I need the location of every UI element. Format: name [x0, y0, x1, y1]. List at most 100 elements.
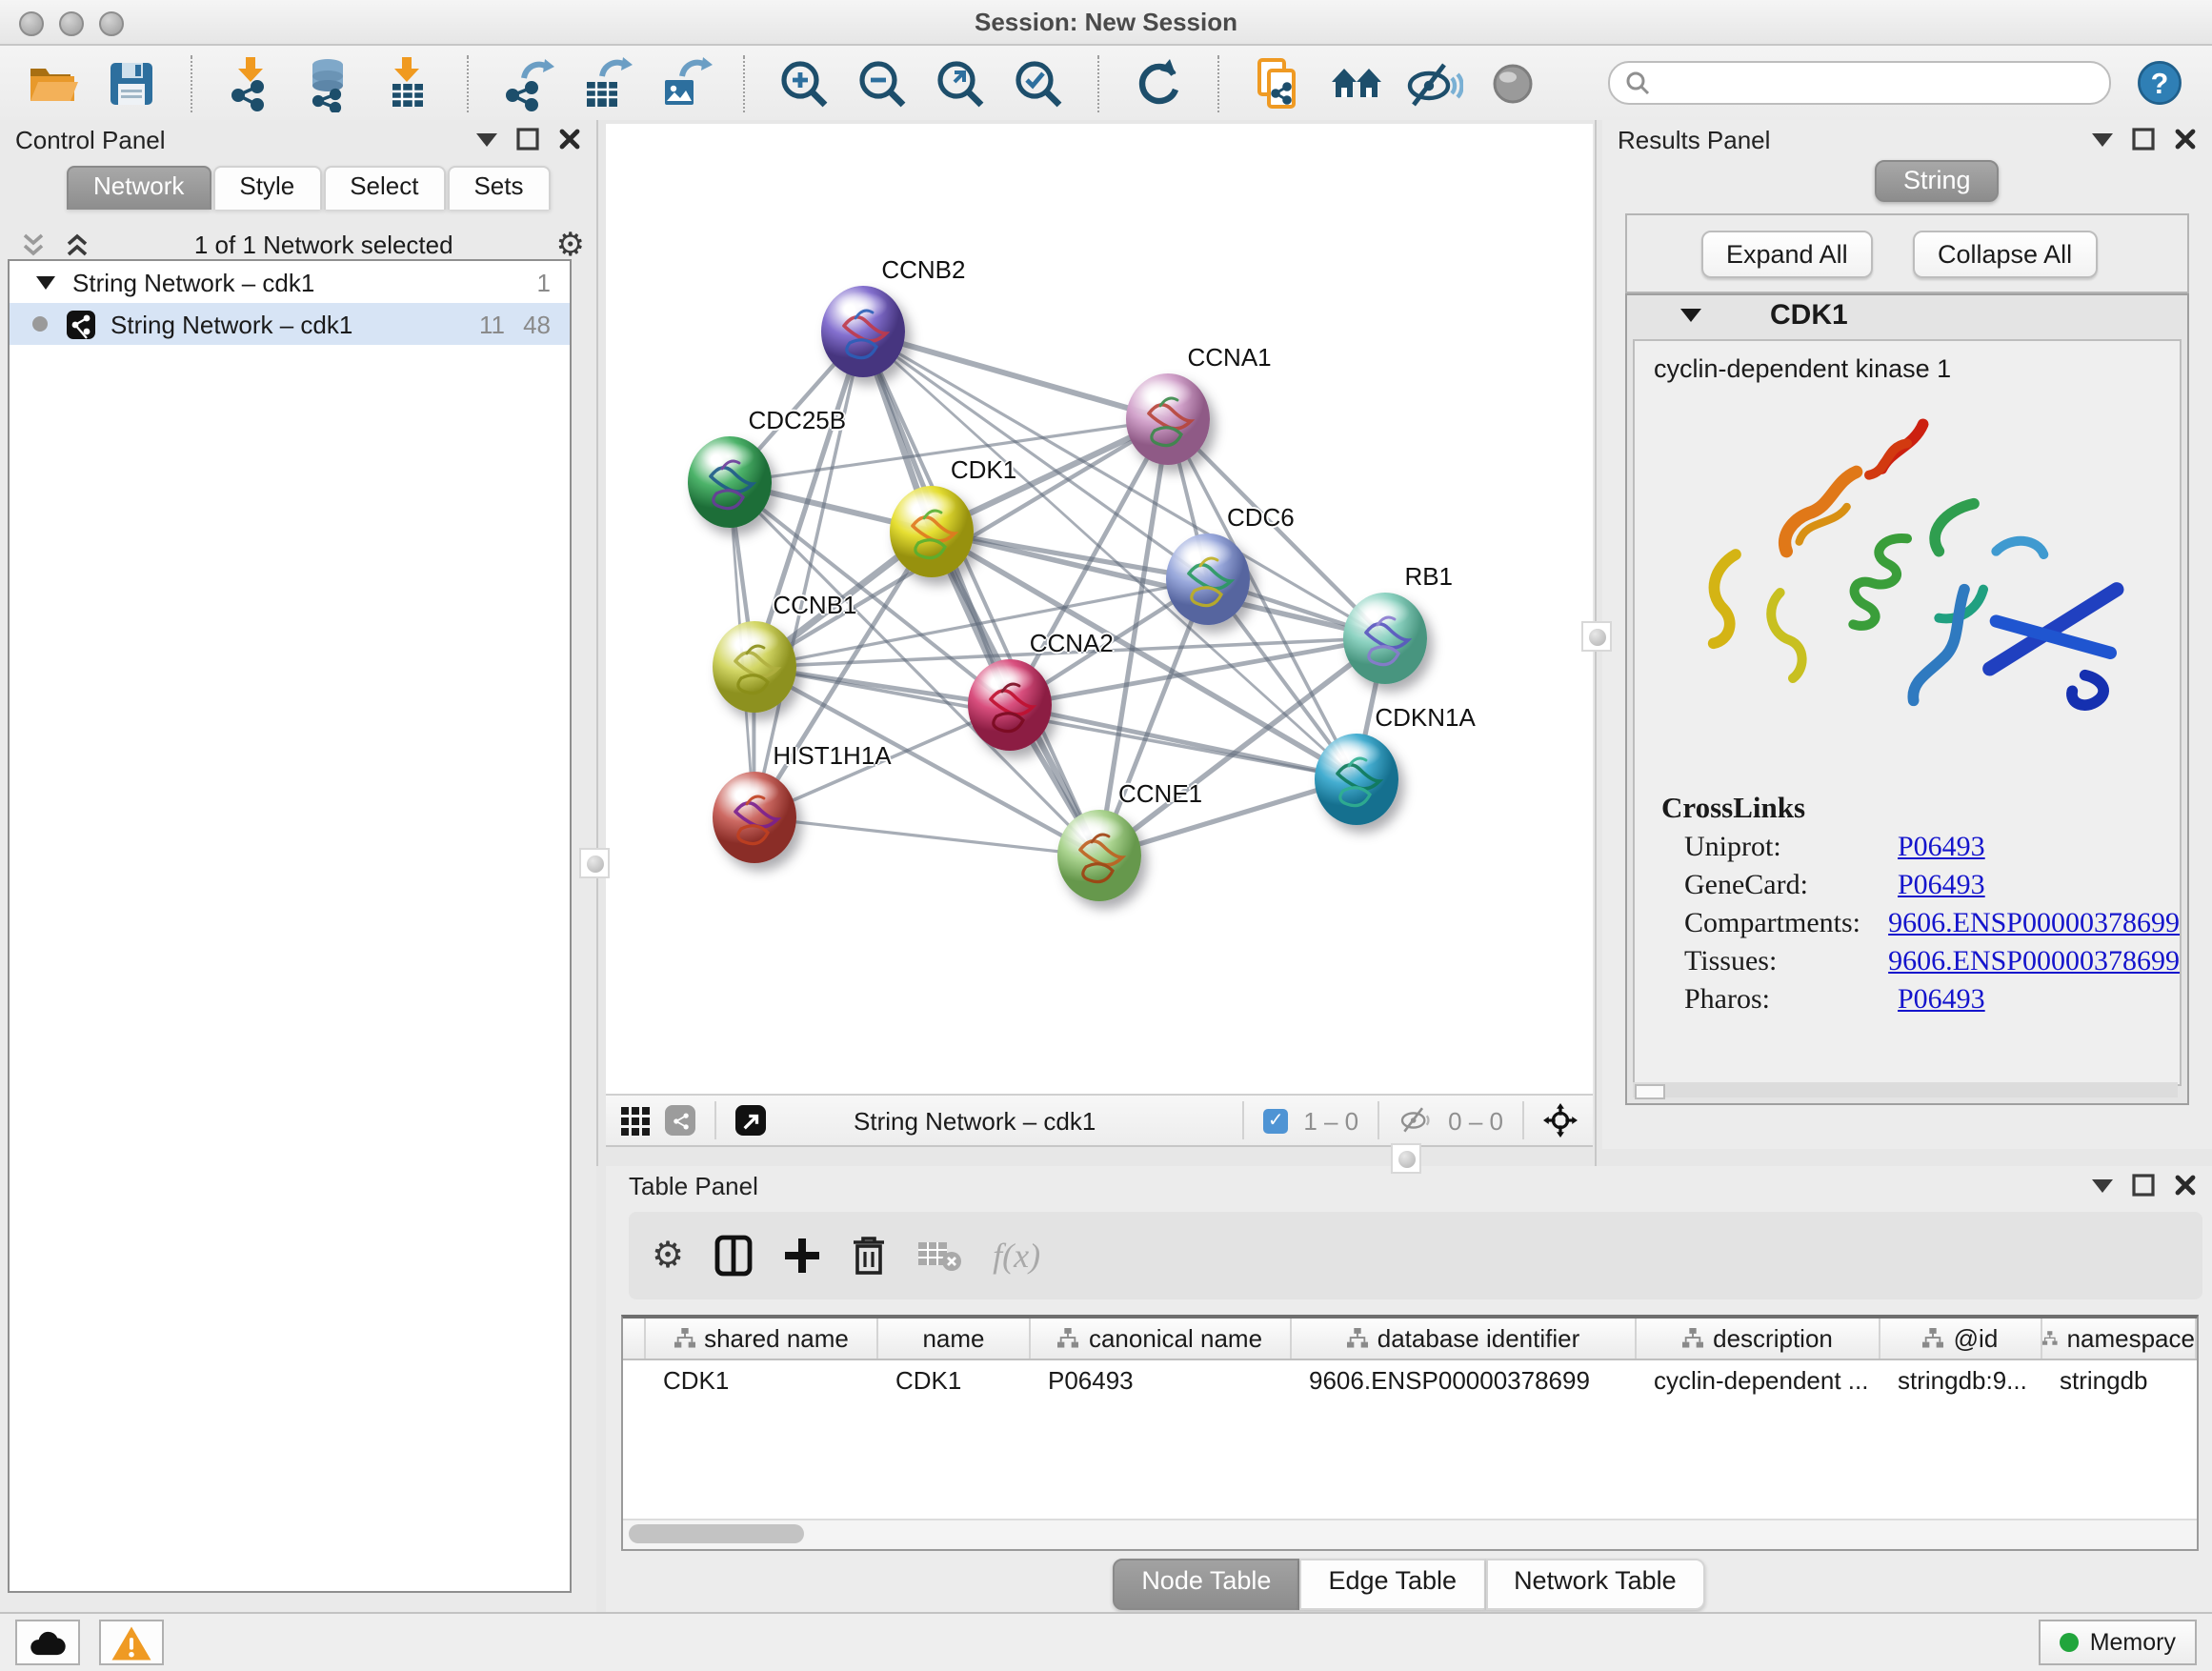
import-network-database-button[interactable]: [299, 52, 360, 113]
search-field[interactable]: [1608, 61, 2111, 105]
crosslink-link[interactable]: P06493: [1898, 833, 1985, 865]
expand-all-button[interactable]: Expand All: [1701, 231, 1873, 278]
column-type-icon: [1923, 1328, 1944, 1349]
column-header-name[interactable]: name: [878, 1319, 1031, 1359]
save-session-button[interactable]: [101, 52, 162, 113]
crosslink-link[interactable]: 9606.ENSP00000378699: [1888, 909, 2180, 941]
hidden-eye-slash-icon[interactable]: [1398, 1107, 1433, 1134]
tab-node-table[interactable]: Node Table: [1113, 1559, 1299, 1610]
left-splitter[interactable]: [596, 120, 598, 1166]
zoom-in-button[interactable]: [774, 52, 835, 113]
tab-string[interactable]: String: [1875, 160, 2000, 202]
table-cell: CDK1: [878, 1360, 1031, 1400]
network-node-CCNB2[interactable]: [820, 287, 904, 378]
tab-select[interactable]: Select: [323, 166, 445, 210]
warning-status-button[interactable]: [99, 1620, 164, 1665]
tab-edge-table[interactable]: Edge Table: [1299, 1559, 1485, 1610]
function-builder-icon[interactable]: f(x): [993, 1236, 1040, 1276]
card-scrollbar[interactable]: [1633, 1082, 2178, 1097]
delete-table-icon[interactable]: [916, 1238, 962, 1273]
collapse-all-icon[interactable]: [19, 230, 48, 258]
collapse-panel-icon[interactable]: [2092, 1178, 2113, 1192]
import-network-file-button[interactable]: [221, 52, 282, 113]
graphics-details-button[interactable]: [1326, 52, 1387, 113]
selected-checkbox[interactable]: ✓: [1263, 1108, 1288, 1133]
network-node-HIST1H1A[interactable]: [712, 772, 795, 863]
show-all-button[interactable]: [1482, 52, 1543, 113]
column-header-database-identifier[interactable]: database identifier: [1292, 1319, 1637, 1359]
network-node-CDK1[interactable]: [890, 486, 974, 577]
network-collection-row[interactable]: String Network – cdk1 1: [10, 261, 570, 303]
memory-button[interactable]: Memory: [2039, 1620, 2197, 1665]
float-panel-icon[interactable]: [516, 128, 539, 151]
column-header-description[interactable]: description: [1637, 1319, 1880, 1359]
grid-view-icon[interactable]: [621, 1106, 650, 1135]
column-header-namespace[interactable]: namespace: [2042, 1319, 2197, 1359]
bottom-splitter-handle[interactable]: [1391, 1143, 1421, 1174]
close-panel-icon[interactable]: [2174, 1174, 2197, 1197]
help-button[interactable]: ?: [2128, 52, 2189, 113]
open-session-button[interactable]: [23, 52, 84, 113]
right-splitter-handle[interactable]: [1581, 621, 1612, 652]
network-row[interactable]: String Network – cdk1 11 48: [10, 303, 570, 345]
network-node-CCNA1[interactable]: [1127, 373, 1211, 465]
detach-view-icon[interactable]: [735, 1105, 766, 1136]
crosslink-link[interactable]: P06493: [1898, 985, 1985, 1017]
network-node-CDC25B[interactable]: [688, 437, 772, 529]
search-input[interactable]: [1659, 68, 2094, 98]
expand-all-icon[interactable]: [63, 230, 91, 258]
hide-selected-button[interactable]: [1404, 52, 1465, 113]
refresh-button[interactable]: [1128, 52, 1189, 113]
table-gear-icon[interactable]: ⚙: [652, 1238, 684, 1274]
tree-expand-icon[interactable]: [36, 275, 55, 289]
export-network-button[interactable]: [497, 52, 558, 113]
scrollbar-thumb[interactable]: [629, 1524, 804, 1543]
import-database-icon: [301, 54, 358, 111]
column-header--id[interactable]: @id: [1880, 1319, 2042, 1359]
select-columns-icon[interactable]: [714, 1235, 753, 1277]
export-image-button[interactable]: [654, 52, 714, 113]
clone-network-button[interactable]: [1248, 52, 1309, 113]
network-canvas[interactable]: CCNB2CCNA1CDC25BCDK1CDC6RB1CCNB1CCNA2CDK…: [606, 124, 1593, 1094]
zoom-out-button[interactable]: [852, 52, 913, 113]
cloud-status-button[interactable]: [15, 1620, 80, 1665]
gene-card-header[interactable]: CDK1: [1627, 295, 2187, 333]
left-splitter-handle[interactable]: [579, 848, 610, 878]
network-node-CCNE1[interactable]: [1057, 811, 1141, 902]
zoom-fit-button[interactable]: [930, 52, 991, 113]
pan-crosshair-icon[interactable]: [1543, 1103, 1578, 1137]
column-header-canonical-name[interactable]: canonical name: [1031, 1319, 1292, 1359]
export-table-icon: [577, 54, 634, 111]
import-table-icon: [379, 54, 436, 111]
network-view-share-icon[interactable]: [665, 1105, 695, 1136]
table-toolbar: ⚙ f(x): [629, 1212, 2202, 1299]
network-node-RB1[interactable]: [1343, 593, 1427, 684]
zoom-selected-button[interactable]: [1008, 52, 1069, 113]
add-column-icon[interactable]: [783, 1237, 821, 1275]
collapse-panel-icon[interactable]: [2092, 132, 2113, 146]
collapse-all-button[interactable]: Collapse All: [1913, 231, 2097, 278]
tab-network-table[interactable]: Network Table: [1485, 1559, 1705, 1610]
tab-style[interactable]: Style: [212, 166, 321, 210]
column-header-shared-name[interactable]: shared name: [646, 1319, 878, 1359]
float-panel-icon[interactable]: [2132, 128, 2155, 151]
network-node-CDKN1A[interactable]: [1314, 733, 1398, 824]
float-panel-icon[interactable]: [2132, 1174, 2155, 1197]
network-node-CCNB1[interactable]: [712, 621, 795, 713]
export-table-button[interactable]: [575, 52, 636, 113]
crosslink-link[interactable]: 9606.ENSP00000378699: [1888, 947, 2180, 979]
close-panel-icon[interactable]: [2174, 128, 2197, 151]
network-node-CDC6[interactable]: [1166, 534, 1250, 625]
gene-expand-icon[interactable]: [1680, 308, 1701, 321]
gear-icon[interactable]: ⚙: [556, 228, 586, 260]
network-node-CCNA2[interactable]: [969, 660, 1053, 752]
collapse-panel-icon[interactable]: [476, 132, 497, 146]
delete-column-icon[interactable]: [852, 1235, 886, 1277]
tab-network[interactable]: Network: [67, 166, 211, 210]
tab-sets[interactable]: Sets: [447, 166, 550, 210]
import-table-button[interactable]: [377, 52, 438, 113]
table-horizontal-scrollbar[interactable]: [623, 1519, 2197, 1549]
table-row[interactable]: CDK1CDK1P064939606.ENSP00000378699cyclin…: [623, 1360, 2197, 1400]
crosslink-link[interactable]: P06493: [1898, 871, 1985, 903]
close-panel-icon[interactable]: [558, 128, 581, 151]
